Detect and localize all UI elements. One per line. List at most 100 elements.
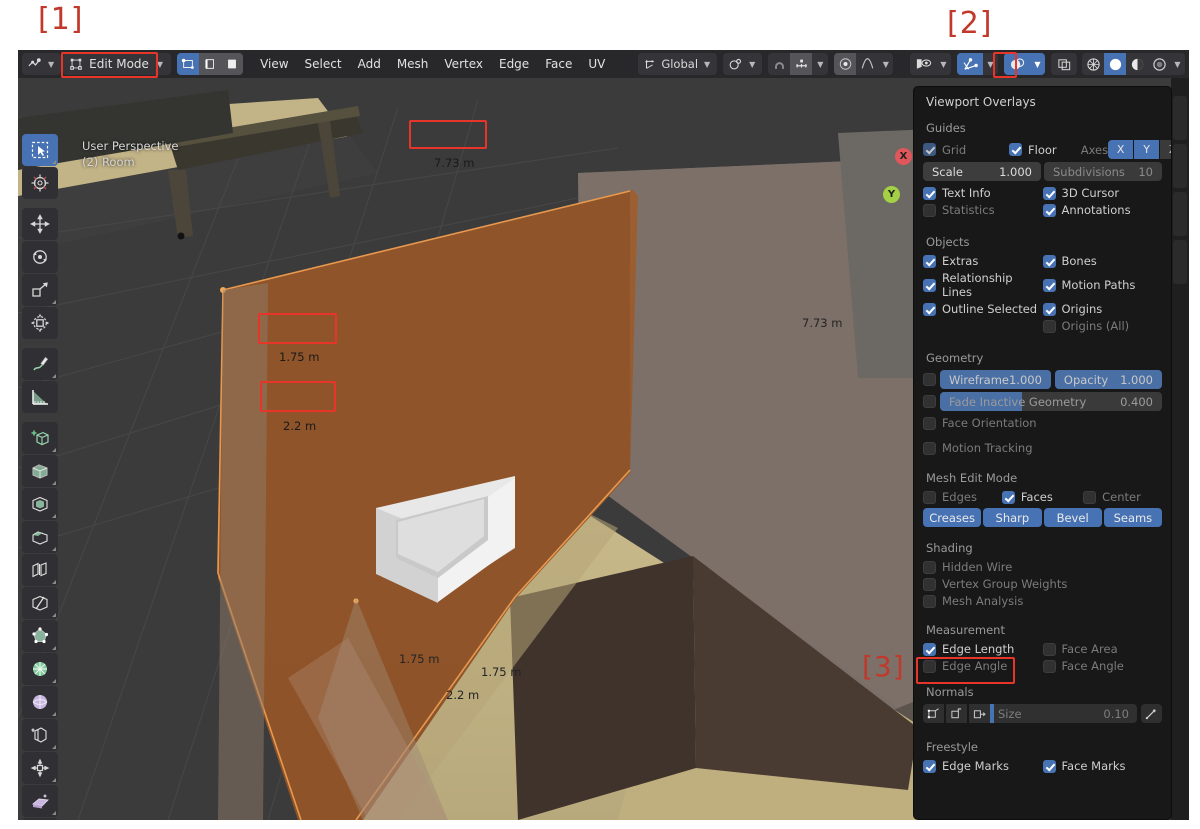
transform-orientation-selector[interactable]: Global ▼ [638, 53, 718, 75]
motion-paths-checkbox[interactable] [1042, 278, 1056, 292]
rip-region-tool[interactable] [22, 818, 58, 820]
menu-view[interactable]: View [253, 53, 295, 75]
origins-all-checkbox[interactable] [1042, 319, 1056, 333]
inset-faces-tool[interactable] [22, 488, 58, 520]
menu-select[interactable]: Select [298, 53, 349, 75]
faces-checkbox[interactable] [1001, 490, 1015, 504]
grid-scale-field[interactable]: Scale 1.000 [923, 162, 1041, 181]
xray-group[interactable] [1051, 53, 1077, 75]
measure-tool[interactable] [22, 381, 58, 413]
gizmo-icon[interactable] [957, 53, 983, 75]
gizmo-axis-x[interactable]: X [895, 148, 912, 165]
snap-options-chevron[interactable]: ▼ [812, 53, 829, 75]
rendered-shading-icon[interactable] [1148, 53, 1170, 75]
grid-subdivisions-field[interactable]: Subdivisions 10 [1044, 162, 1162, 181]
mode-selector[interactable]: Edit Mode ▼ [63, 53, 172, 75]
menu-mesh[interactable]: Mesh [390, 53, 436, 75]
gizmo-group[interactable]: ▼ [957, 53, 998, 75]
shading-modes-group[interactable]: ▼ [1082, 53, 1185, 75]
menu-face[interactable]: Face [538, 53, 579, 75]
sidebar-tab[interactable] [1173, 192, 1187, 236]
menu-vertex[interactable]: Vertex [437, 53, 490, 75]
face-area-checkbox[interactable] [1042, 642, 1056, 656]
bevel-tool[interactable] [22, 521, 58, 553]
edge-slide-tool[interactable] [22, 719, 58, 751]
snap-magnet-icon[interactable] [768, 53, 791, 75]
menu-edge[interactable]: Edge [492, 53, 536, 75]
transform-tool[interactable] [22, 307, 58, 339]
vertex-normals-icon[interactable] [923, 704, 944, 723]
edge-length-checkbox[interactable] [923, 642, 936, 656]
cursor-tool[interactable] [22, 167, 58, 199]
proportional-edit-group[interactable]: ▼ [834, 53, 894, 75]
editor-type-button[interactable]: ▼ [22, 53, 62, 75]
snap-increment-icon[interactable] [790, 53, 813, 75]
face-angle-checkbox[interactable] [1042, 659, 1056, 673]
shrink-fatten-tool[interactable] [22, 752, 58, 784]
properties-sidebar-strip[interactable] [1171, 78, 1189, 820]
navigation-gizmo[interactable]: X Y [877, 148, 917, 208]
face-select-icon[interactable] [221, 53, 244, 75]
xray-toggle-icon[interactable] [1051, 53, 1077, 75]
move-tool[interactable] [22, 208, 58, 240]
edge-marks-checkbox[interactable] [923, 759, 936, 773]
axis-z-toggle[interactable]: Z [1160, 140, 1171, 159]
rotate-tool[interactable] [22, 241, 58, 273]
3d-cursor-checkbox[interactable] [1042, 186, 1056, 200]
edges-checkbox[interactable] [923, 490, 936, 504]
extrude-region-tool[interactable] [22, 455, 58, 487]
face-marks-checkbox[interactable] [1042, 759, 1056, 773]
normals-size-field[interactable]: Size 0.10 [990, 704, 1137, 723]
vertex-group-weights-checkbox[interactable] [923, 577, 936, 591]
sidebar-tab[interactable] [1173, 240, 1187, 284]
object-visibility-group[interactable]: ▼ [910, 53, 951, 75]
center-checkbox[interactable] [1083, 490, 1097, 504]
vertex-select-icon[interactable] [177, 53, 200, 75]
solid-shading-icon[interactable] [1104, 53, 1126, 75]
sidebar-tab[interactable] [1173, 144, 1187, 188]
opacity-field[interactable]: Opacity 1.000 [1054, 370, 1162, 389]
falloff-chevron[interactable]: ▼ [878, 53, 894, 75]
face-normals-icon[interactable] [969, 704, 990, 723]
axis-x-toggle[interactable]: X [1108, 140, 1134, 159]
edge-select-icon[interactable] [199, 53, 222, 75]
seams-button[interactable]: Seams [1103, 508, 1162, 527]
shading-chevron[interactable]: ▼ [1170, 53, 1185, 75]
toolbar[interactable] [22, 134, 58, 820]
smooth-tool[interactable] [22, 686, 58, 718]
outline-selected-checkbox[interactable] [923, 302, 936, 316]
menu-uv[interactable]: UV [581, 53, 612, 75]
annotations-checkbox[interactable] [1042, 203, 1056, 217]
normals-controls[interactable]: Size 0.10 [923, 704, 1162, 723]
spin-tool[interactable] [22, 653, 58, 685]
annotate-tool[interactable] [22, 348, 58, 380]
wireframe-shading-icon[interactable] [1082, 53, 1104, 75]
proportional-falloff-icon[interactable] [856, 53, 879, 75]
viewport-overlays-popover[interactable]: Viewport Overlays Guides Grid Floor Axes… [913, 86, 1172, 820]
material-preview-icon[interactable] [1126, 53, 1148, 75]
hidden-wire-checkbox[interactable] [923, 560, 936, 574]
shear-tool[interactable] [22, 785, 58, 817]
visibility-chevron[interactable]: ▼ [936, 53, 951, 75]
snapping-group[interactable]: ▼ [768, 53, 829, 75]
add-cube-tool[interactable] [22, 422, 58, 454]
text-info-checkbox[interactable] [923, 186, 936, 200]
split-normals-icon[interactable] [946, 704, 967, 723]
bevel-button[interactable]: Bevel [1043, 508, 1102, 527]
pivot-point-selector[interactable]: ▼ [723, 53, 763, 75]
sharp-button[interactable]: Sharp [983, 508, 1042, 527]
grid-checkbox[interactable] [923, 143, 936, 156]
overlays-icon[interactable] [1004, 53, 1030, 75]
sidebar-tab[interactable] [1173, 96, 1187, 140]
viewport-header[interactable]: ▼ Edit Mode ▼ View Select Add Mesh Verte… [18, 50, 1189, 78]
fade-inactive-checkbox[interactable] [923, 395, 936, 408]
floor-checkbox[interactable] [1009, 143, 1023, 156]
edge-angle-checkbox[interactable] [923, 659, 936, 673]
wireframe-field[interactable]: Wireframe 1.000 [940, 370, 1051, 389]
face-orientation-checkbox[interactable] [923, 416, 936, 430]
overlays-group[interactable]: ▼ [1004, 53, 1045, 75]
statistics-checkbox[interactable] [923, 203, 936, 217]
menu-add[interactable]: Add [351, 53, 388, 75]
axis-y-toggle[interactable]: Y [1134, 140, 1160, 159]
extras-checkbox[interactable] [923, 254, 936, 268]
